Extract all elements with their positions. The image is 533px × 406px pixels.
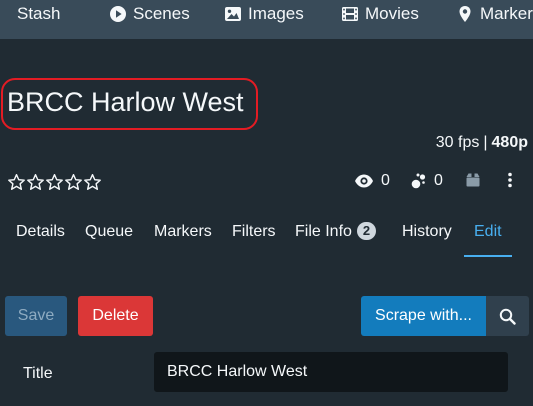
nav-images[interactable]: Images [224, 4, 304, 24]
scrape-search-button[interactable] [486, 296, 529, 336]
search-icon [499, 308, 516, 325]
image-icon [224, 5, 242, 23]
view-count: 0 [381, 172, 390, 189]
star-icon[interactable] [64, 173, 83, 192]
eye-icon [354, 173, 374, 189]
organized-button[interactable] [465, 172, 481, 188]
scene-title-block: BRCC Harlow West [1, 78, 258, 130]
delete-button[interactable]: Delete [78, 296, 153, 336]
nav-images-label: Images [248, 4, 304, 23]
scene-tabs: Details Queue Markers Filters File Info 2… [0, 215, 533, 257]
star-icon[interactable] [26, 173, 45, 192]
view-count-button[interactable]: 0 [354, 172, 390, 190]
o-counter-button[interactable]: 0 [409, 172, 443, 190]
nav-markers-label: Markers [480, 4, 533, 23]
save-button[interactable]: Save [5, 296, 67, 336]
nav-scenes-label: Scenes [133, 4, 190, 23]
scrape-with-button[interactable]: Scrape with... [361, 296, 486, 336]
star-icon[interactable] [7, 173, 26, 192]
tab-filters[interactable]: Filters [232, 215, 276, 255]
brand-link[interactable]: Stash [17, 4, 60, 24]
nav-markers[interactable]: Markers [456, 4, 533, 24]
title-input[interactable] [154, 352, 508, 392]
file-meta: 30 fps | 480p [436, 133, 528, 153]
tab-file-info[interactable]: File Info 2 [295, 215, 377, 255]
page-title: BRCC Harlow West [7, 87, 244, 117]
file-count-badge: 2 [356, 222, 377, 240]
tab-queue[interactable]: Queue [85, 215, 133, 255]
splash-icon [409, 172, 427, 190]
frame-rate: 30 fps [435, 134, 480, 151]
nav-movies[interactable]: Movies [341, 4, 419, 24]
top-navbar: Stash Scenes Images Movies Markers [0, 0, 533, 39]
film-icon [341, 5, 359, 23]
play-circle-icon [109, 5, 127, 23]
tab-markers[interactable]: Markers [154, 215, 212, 255]
tab-details[interactable]: Details [16, 215, 65, 255]
ellipsis-vertical-icon [507, 172, 513, 188]
nav-movies-label: Movies [365, 4, 419, 23]
meta-separator: | [483, 134, 488, 151]
title-label: Title [23, 365, 53, 382]
more-options-button[interactable] [507, 172, 513, 188]
map-marker-icon [456, 5, 474, 23]
star-icon[interactable] [83, 173, 102, 192]
o-count: 0 [434, 172, 443, 189]
nav-scenes[interactable]: Scenes [109, 4, 190, 24]
tab-edit[interactable]: Edit [464, 215, 512, 257]
star-icon[interactable] [45, 173, 64, 192]
box-icon [465, 172, 481, 188]
tab-file-info-label: File Info [295, 223, 352, 240]
resolution: 480p [491, 134, 528, 151]
rating-stars [7, 173, 102, 192]
tab-history[interactable]: History [402, 215, 452, 255]
